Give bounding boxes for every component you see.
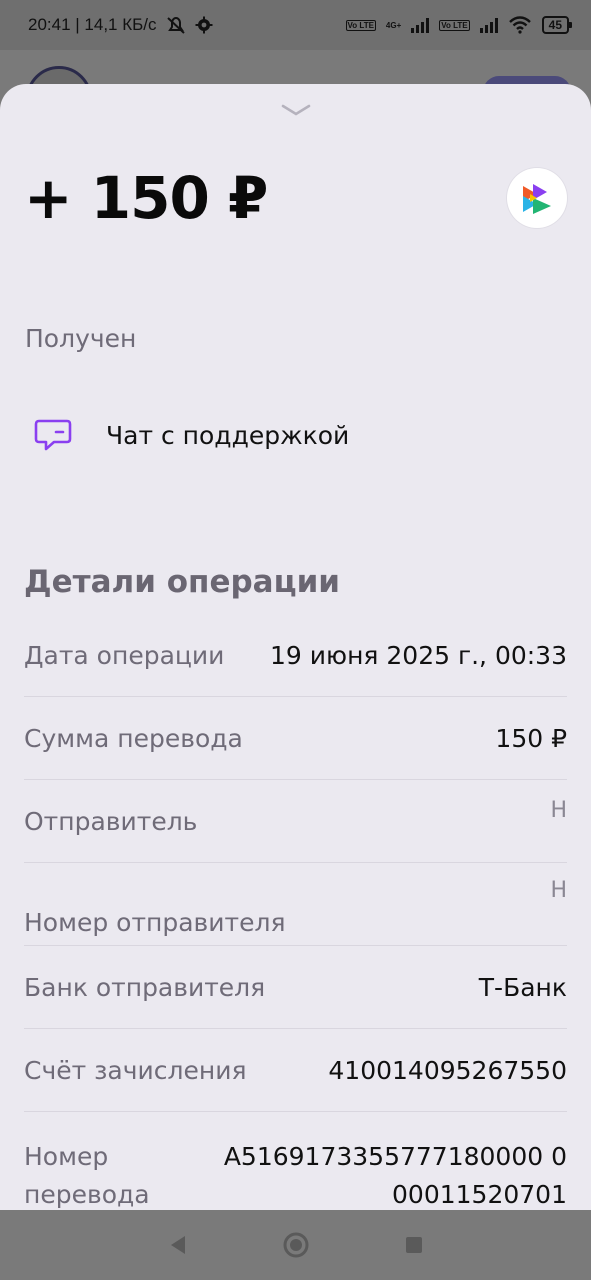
mute-bell-icon: [166, 16, 185, 34]
status-right: Vo LTE 4G+ Vo LTE 45: [345, 16, 573, 34]
detail-row-transfer-number: Номер перевода A5169173355777180000 0000…: [24, 1112, 567, 1210]
status-bar: 20:41 | 14,1 КБ/с Vo LTE 4G+ Vo LTE 45: [0, 0, 591, 50]
status-time-speed: 20:41 | 14,1 КБ/с: [28, 15, 157, 34]
details-list: Дата операции 19 июня 2025 г., 00:33 Сум…: [24, 614, 567, 1210]
detail-value: 150 ₽: [495, 723, 567, 753]
detail-row-amount: Сумма перевода 150 ₽: [24, 697, 567, 780]
detail-label: Номер отправителя: [24, 907, 286, 937]
home-icon[interactable]: [282, 1231, 310, 1259]
detail-value: 19 июня 2025 г., 00:33: [270, 640, 567, 670]
detail-label: Счёт зачисления: [24, 1055, 247, 1085]
detail-row-sender-bank: Банк отправителя Т-Банк: [24, 946, 567, 1029]
battery-icon: 45: [541, 16, 573, 34]
bank-logo-icon: [523, 184, 551, 214]
volte-badge-2: Vo LTE: [439, 19, 470, 31]
detail-label: Номер перевода: [24, 1142, 150, 1209]
detail-value: Н: [550, 797, 567, 823]
gear-icon: [195, 16, 212, 34]
signal-icon-1: [411, 17, 430, 33]
chat-icon: [34, 419, 72, 451]
wifi-icon: [508, 16, 531, 34]
operation-amount: + 150 ₽: [24, 164, 268, 232]
detail-value: A5169173355777180000 000011520701: [223, 1142, 567, 1209]
bank-logo: [507, 168, 567, 228]
operation-sheet: + 150 ₽ Получен Чат с поддержкой Детали …: [0, 84, 591, 1210]
detail-label: Сумма перевода: [24, 723, 243, 753]
detail-value: Н: [550, 877, 567, 903]
network-type: 4G+: [385, 20, 402, 30]
details-title: Детали операции: [24, 564, 341, 600]
operation-status: Получен: [25, 324, 137, 353]
detail-label: Банк отправителя: [24, 972, 266, 1002]
status-left: 20:41 | 14,1 КБ/с: [28, 15, 213, 35]
detail-row-sender: Отправитель Н: [24, 780, 567, 863]
support-chat-label: Чат с поддержкой: [106, 420, 350, 450]
support-chat-button[interactable]: Чат с поддержкой: [34, 418, 349, 452]
recents-icon[interactable]: [403, 1234, 425, 1256]
detail-value: 410014095267550: [328, 1055, 567, 1085]
detail-label: Отправитель: [24, 806, 198, 836]
system-nav-bar: [0, 1210, 591, 1280]
detail-row-sender-number: Номер отправителя Н: [24, 863, 567, 946]
signal-icon-2: [479, 17, 498, 33]
detail-row-date: Дата операции 19 июня 2025 г., 00:33: [24, 614, 567, 697]
detail-label: Дата операции: [24, 640, 225, 670]
detail-value: Т-Банк: [478, 972, 567, 1002]
volte-badge-1: Vo LTE: [345, 19, 376, 31]
back-icon[interactable]: [167, 1234, 189, 1256]
collapse-chevron-icon[interactable]: [280, 102, 312, 118]
detail-row-account: Счёт зачисления 410014095267550: [24, 1029, 567, 1112]
